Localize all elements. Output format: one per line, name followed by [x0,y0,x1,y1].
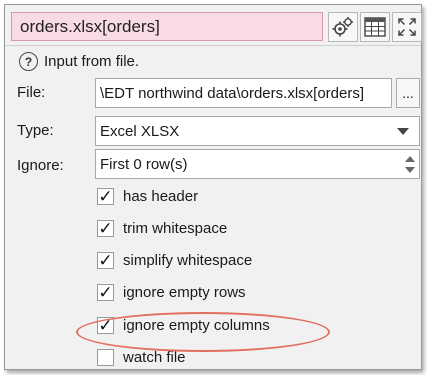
option-simplify-whitespace[interactable]: ✓ simplify whitespace [97,249,252,271]
option-trim-whitespace[interactable]: ✓ trim whitespace [97,217,227,239]
type-value: Excel XLSX [100,122,180,140]
help-text: Input from file. [44,53,140,70]
option-label: has header [123,187,199,205]
option-ignore-empty-rows[interactable]: ✓ ignore empty rows [97,281,246,303]
checkbox[interactable] [97,348,114,366]
type-dropdown[interactable]: Excel XLSX [95,116,420,146]
node-title: orders.xlsx[orders] [20,16,160,36]
option-has-header[interactable]: ✓ has header [97,185,198,207]
ignore-value: First 0 row(s) [100,155,188,173]
table-icon [364,17,386,37]
highlight-ellipse [76,312,330,352]
spin-buttons[interactable] [401,150,419,178]
help-row: ? Input from file. [19,52,139,71]
file-path-field[interactable]: \EDT northwind data\orders.xlsx[orders] [95,78,392,108]
header-divider [5,45,421,46]
ignore-label: Ignore: [17,157,64,174]
help-icon[interactable]: ? [19,52,38,71]
option-label: simplify whitespace [123,251,253,269]
spin-up-icon[interactable] [405,155,415,162]
maximize-icon [398,18,416,36]
input-panel: orders.xlsx[orders] ? Input from file. F… [4,4,422,370]
checkbox[interactable]: ✓ [97,187,114,205]
node-title-field[interactable]: orders.xlsx[orders] [11,12,323,41]
file-path-value: \EDT northwind data\orders.xlsx[orders] [100,84,365,102]
gears-icon [332,17,353,37]
table-view-button[interactable] [360,12,390,42]
checkbox[interactable]: ✓ [97,219,114,237]
option-label: ignore empty rows [123,283,246,301]
file-label: File: [17,84,46,101]
checkbox[interactable]: ✓ [97,251,114,269]
option-label: trim whitespace [123,219,228,237]
browse-label: ... [402,85,414,101]
chevron-down-icon [397,127,409,135]
checkbox[interactable]: ✓ [97,283,114,301]
spin-down-icon[interactable] [405,166,415,173]
type-label: Type: [17,122,54,139]
settings-button[interactable] [328,12,358,42]
ignore-rows-spinbox[interactable]: First 0 row(s) [95,149,420,179]
browse-button[interactable]: ... [396,78,420,108]
maximize-button[interactable] [392,12,422,42]
